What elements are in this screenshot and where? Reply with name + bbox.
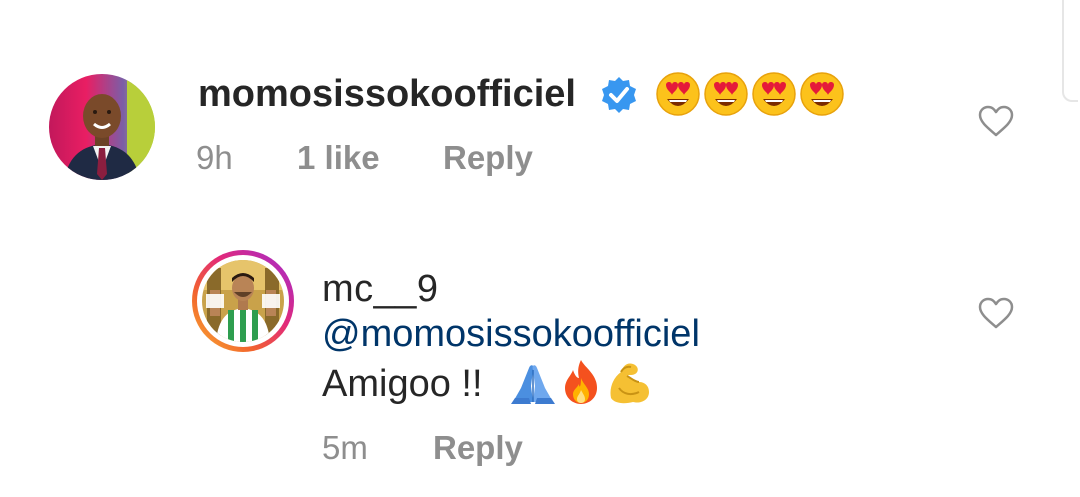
reply-text: Amigoo !! bbox=[322, 363, 483, 405]
comment-timestamp: 9h bbox=[196, 139, 233, 176]
folded-hands-emoji-icon bbox=[511, 365, 555, 404]
heart-eyes-emoji-icon bbox=[752, 72, 796, 116]
comment-username[interactable]: momosissokoofficiel bbox=[198, 72, 576, 116]
heart-eyes-emoji-icon bbox=[704, 72, 748, 116]
mention-link[interactable]: @momosissokoofficiel bbox=[322, 312, 700, 356]
heart-eyes-emoji-icon bbox=[800, 72, 844, 116]
heart-eyes-emoji-icon bbox=[656, 72, 700, 116]
comment: momosissokoofficiel 9h 1 like Reply bbox=[0, 0, 1080, 220]
avatar[interactable] bbox=[49, 74, 155, 180]
reply-emojis bbox=[509, 358, 653, 406]
comment-likes-count[interactable]: 1 like bbox=[297, 138, 380, 178]
avatar[interactable] bbox=[202, 260, 284, 342]
story-ring[interactable] bbox=[192, 250, 294, 352]
comment-emojis bbox=[655, 71, 845, 119]
reply-button[interactable]: Reply bbox=[433, 428, 523, 468]
reply-timestamp: 5m bbox=[322, 429, 368, 466]
verified-badge-icon bbox=[602, 77, 636, 113]
fire-emoji-icon bbox=[565, 360, 597, 404]
reply-username[interactable]: mc__9 bbox=[322, 267, 439, 311]
heart-outline-icon[interactable] bbox=[978, 297, 1014, 329]
heart-outline-icon[interactable] bbox=[978, 105, 1014, 137]
reply-button[interactable]: Reply bbox=[443, 138, 533, 178]
flexed-biceps-emoji-icon bbox=[610, 363, 649, 404]
